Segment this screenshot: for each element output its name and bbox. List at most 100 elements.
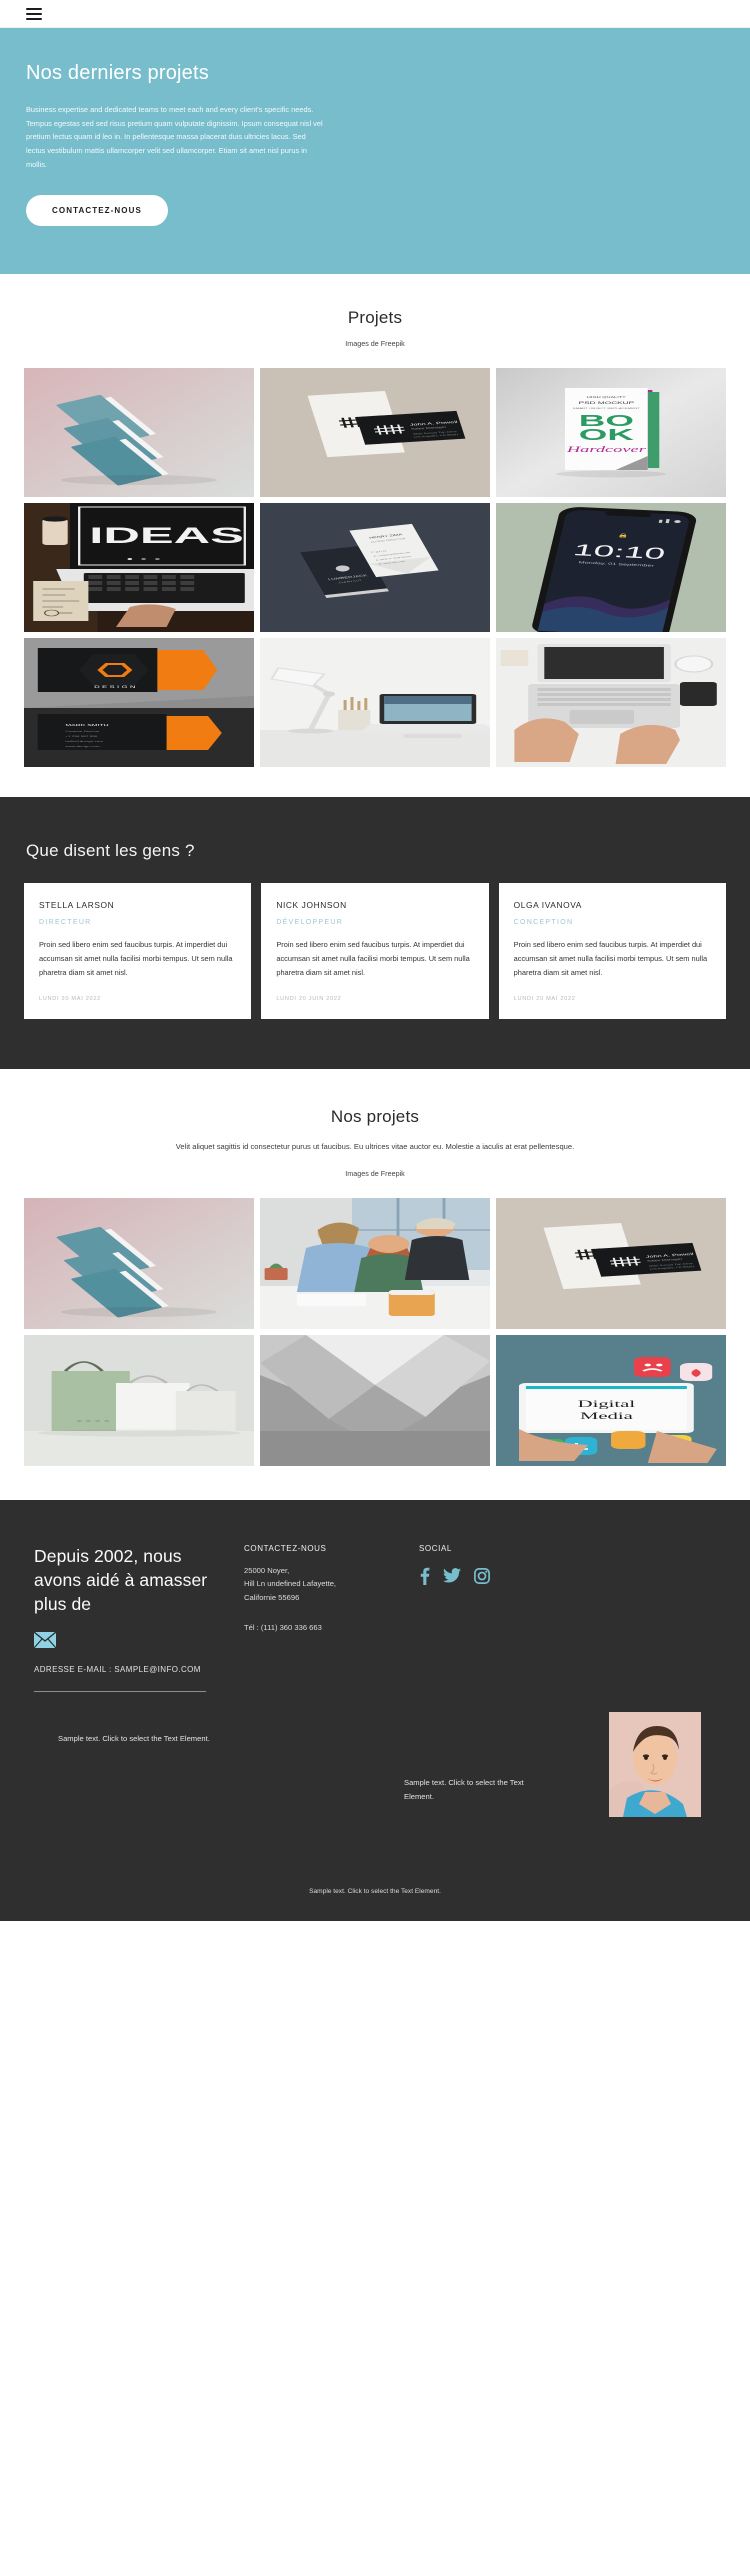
gallery2-tile-digital-media-tablet[interactable]: Digital Media	[496, 1334, 726, 1466]
gallery2-tile-paper-shopping-bags[interactable]	[24, 1334, 254, 1466]
book-hardcover-mockup: HIGH QUALITY PSD MOCKUP SMART OBJECT REP…	[496, 368, 726, 498]
hero-paragraph: Business expertise and dedicated teams t…	[26, 105, 323, 169]
testimonial-role: DIRECTEUR	[39, 919, 92, 927]
gallery1-tile-hands-laptop-topview[interactable]	[496, 638, 726, 768]
testimonial-card[interactable]: NICK JOHNSON DÉVELOPPEUR Proin sed liber…	[261, 883, 489, 1019]
book-covers-mockup	[24, 368, 254, 498]
instagram-icon[interactable]	[474, 1567, 490, 1584]
svg-text:MARK SMITH: MARK SMITH	[65, 724, 108, 727]
book-covers-mockup-2	[24, 1197, 254, 1329]
svg-text:SMART OBJECT REPLACEMENT: SMART OBJECT REPLACEMENT	[573, 408, 640, 410]
testimonial-text: Proin sed libero enim sed faucibus turpi…	[39, 940, 233, 977]
footer-sample-area: Sample text. Click to select the Text El…	[34, 1712, 716, 1844]
testimonial-text: Proin sed libero enim sed faucibus turpi…	[513, 940, 708, 977]
paper-shopping-bags	[24, 1334, 254, 1466]
testimonial-date: LUNDI 20 MAI 2022	[39, 995, 101, 1002]
gallery2-tile-book-covers-mockup-2[interactable]	[24, 1197, 254, 1329]
twitter-icon[interactable]	[443, 1568, 461, 1583]
testimonial-card[interactable]: OLGA IVANOVA CONCEPTION Proin sed libero…	[498, 883, 726, 1019]
gallery1-tile-branding-orange-cards[interactable]: DESIGN MARK SMITH Creative Director +1 23…	[24, 638, 254, 768]
projects2-title: Nos projets	[330, 1106, 420, 1126]
projects-section: Projets Images de Freepik John A. Powell…	[0, 274, 750, 798]
projects2-section: Nos projets Velit aliquet sagittis id co…	[0, 1068, 750, 1500]
svg-text:+1 234 567 890: +1 234 567 890	[65, 736, 97, 738]
envelope-icon[interactable]	[33, 1631, 57, 1653]
testimonials-title: Que disent les gens ?	[26, 841, 195, 861]
hamburger-bar	[26, 17, 42, 20]
footer-sample-right[interactable]: Sample text. Click to select the Text El…	[404, 1776, 529, 1804]
business-cards-dark-2: John A. Powell Sales Manager 5800 Sunset…	[496, 1197, 726, 1329]
svg-text:🔒: 🔒	[617, 534, 629, 539]
svg-text:DESIGN: DESIGN	[94, 686, 138, 689]
portrait-photo	[609, 1712, 701, 1817]
footer-address: 25000 Noyer, Hill Ln undefined Lafayette…	[244, 1565, 337, 1602]
gallery1-tile-book-hardcover-mockup[interactable]: HIGH QUALITY PSD MOCKUP SMART OBJECT REP…	[496, 368, 726, 498]
footer-divider	[34, 1691, 206, 1692]
site-footer: Depuis 2002, nous avons aidé à amasser p…	[0, 1499, 750, 1921]
gallery2-tile-business-cards-dark-2[interactable]: John A. Powell Sales Manager 5800 Sunset…	[496, 1197, 726, 1329]
svg-text:hello@design.com: hello@design.com	[65, 741, 103, 743]
footer-sample-bottom[interactable]: Sample text. Click to select the Text El…	[34, 1844, 716, 1921]
social-links	[419, 1567, 569, 1585]
testimonial-text: Proin sed libero enim sed faucibus turpi…	[276, 940, 470, 977]
footer-sample-left[interactable]: Sample text. Click to select the Text El…	[58, 1734, 210, 1743]
testimonials-section: Que disent les gens ? STELLA LARSON DIRE…	[0, 797, 750, 1069]
site-header	[0, 0, 750, 28]
project-gallery-2: John A. Powell Sales Manager 5800 Sunset…	[0, 1197, 750, 1466]
testimonial-role: DÉVELOPPEUR	[276, 919, 344, 927]
business-cards-dark: John A. Powell Sales Manager 5800 Sunset…	[260, 368, 490, 498]
hamburger-bar	[26, 12, 42, 15]
footer-heading: Depuis 2002, nous avons aidé à amasser p…	[34, 1545, 208, 1615]
footer-contact-heading: CONTACTEZ-NOUS	[244, 1543, 327, 1553]
testimonial-role: CONCEPTION	[513, 919, 574, 927]
gallery1-tile-laptop-ideas-desk[interactable]: IDEAS	[24, 503, 254, 633]
footer-brand-column: Depuis 2002, nous avons aidé à amasser p…	[33, 1544, 244, 1692]
projects2-lead: Velit aliquet sagittis id consectetur pu…	[175, 1141, 575, 1151]
svg-text:www.design.com: www.design.com	[65, 746, 99, 748]
svg-text:Digital: Digital	[578, 1399, 636, 1409]
hero-section: Nos derniers projets Business expertise …	[0, 28, 750, 275]
facebook-icon[interactable]	[419, 1567, 430, 1585]
gallery2-tile-team-office-meeting[interactable]	[260, 1197, 490, 1329]
digital-media-tablet: Digital Media	[496, 1334, 726, 1466]
svg-text:Hardcover: Hardcover	[566, 446, 647, 455]
project-gallery-1: John A. Powell Sales Manager 5800 Sunset…	[0, 368, 750, 768]
gallery1-tile-business-cards-navy[interactable]: LUMBERJACK CLEAN CUT HENRY ZIMA ACTING D…	[260, 503, 490, 633]
smartphone-lockscreen: 🔒 10:10 Monday, 01 September	[496, 503, 726, 633]
hamburger-icon[interactable]	[26, 7, 42, 20]
projects2-credit: Images de Freepik	[345, 1168, 405, 1178]
svg-text:Creative Director: Creative Director	[65, 731, 100, 733]
footer-phone[interactable]: Tél : (111) 360 336 663	[244, 1623, 419, 1632]
testimonial-name: NICK JOHNSON	[276, 900, 347, 911]
branding-orange-cards: DESIGN MARK SMITH Creative Director +1 23…	[24, 638, 254, 768]
contact-button[interactable]: CONTACTEZ-NOUS	[26, 195, 168, 227]
gallery1-tile-desk-lamp-workspace[interactable]	[260, 638, 490, 768]
folded-paper-abstract	[260, 1334, 490, 1466]
svg-text:Media: Media	[580, 1411, 633, 1421]
gallery1-tile-smartphone-lockscreen[interactable]: 🔒 10:10 Monday, 01 September	[496, 503, 726, 633]
testimonial-name: OLGA IVANOVA	[513, 900, 582, 911]
team-office-meeting	[260, 1197, 490, 1329]
footer-email[interactable]: ADRESSE E-MAIL : SAMPLE@INFO.COM	[34, 1664, 228, 1677]
laptop-ideas-desk: IDEAS	[24, 503, 254, 633]
testimonial-date: LUNDI 20 MAI 2022	[513, 995, 576, 1002]
gallery2-tile-folded-paper-abstract[interactable]	[260, 1334, 490, 1466]
avatar	[609, 1712, 701, 1817]
svg-text:OK: OK	[579, 426, 635, 444]
footer-social-column: SOCIAL	[419, 1544, 569, 1692]
business-cards-navy: LUMBERJACK CLEAN CUT HENRY ZIMA ACTING D…	[260, 503, 490, 633]
svg-text:HIGH QUALITY: HIGH QUALITY	[587, 396, 626, 399]
projects-credit: Images de Freepik	[345, 339, 405, 349]
gallery1-tile-book-covers-mockup[interactable]	[24, 368, 254, 498]
gallery1-tile-business-cards-dark[interactable]: John A. Powell Sales Manager 5800 Sunset…	[260, 368, 490, 498]
testimonial-date: LUNDI 20 JUIN 2022	[276, 995, 342, 1002]
projects-title: Projets	[347, 308, 403, 328]
hero-title: Nos derniers projets	[26, 62, 209, 84]
svg-text:PSD MOCKUP: PSD MOCKUP	[579, 402, 635, 406]
testimonial-name: STELLA LARSON	[39, 900, 115, 911]
testimonial-card[interactable]: STELLA LARSON DIRECTEUR Proin sed libero…	[24, 883, 252, 1019]
footer-social-heading: SOCIAL	[419, 1543, 452, 1553]
desk-lamp-workspace	[260, 638, 490, 768]
testimonial-list: STELLA LARSON DIRECTEUR Proin sed libero…	[0, 883, 750, 1019]
footer-contact-column: CONTACTEZ-NOUS 25000 Noyer, Hill Ln unde…	[244, 1544, 419, 1692]
